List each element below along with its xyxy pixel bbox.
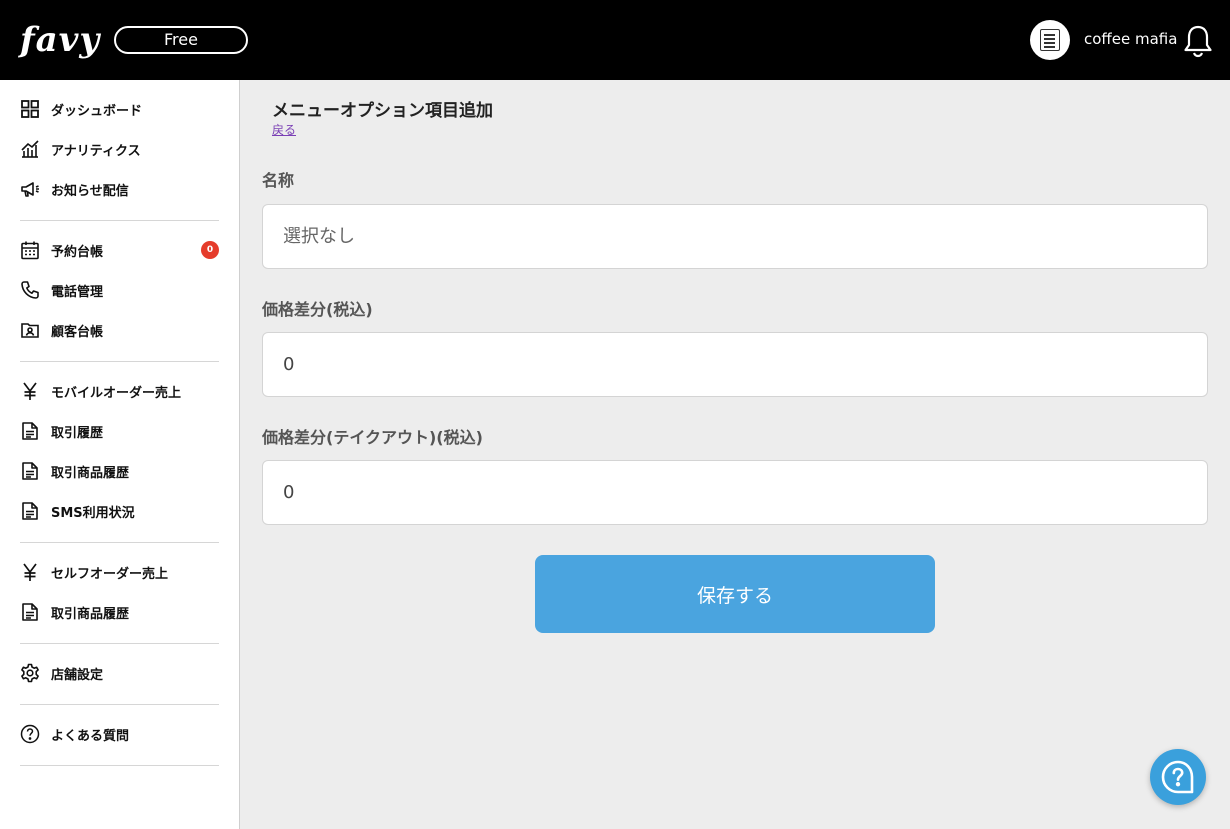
top-header: favy Free coffee mafia xyxy=(0,0,1230,80)
sidebar-item-label: 予約台帳 xyxy=(51,244,104,260)
document-icon xyxy=(20,421,40,441)
sidebar-divider xyxy=(20,361,219,362)
sidebar-divider xyxy=(20,542,219,543)
megaphone-icon xyxy=(20,179,40,199)
sidebar-divider xyxy=(20,704,219,705)
favy-logo[interactable]: favy xyxy=(20,18,100,62)
price-diff-takeout-label: 価格差分(テイクアウト)(税込) xyxy=(262,428,483,447)
sidebar-item-announcements[interactable]: お知らせ配信 xyxy=(20,173,220,205)
sidebar-item-self-order-product-history[interactable]: 取引商品履歴 xyxy=(20,596,220,628)
sidebar-item-dashboard[interactable]: ダッシュボード xyxy=(20,93,220,125)
sidebar-item-faq[interactable]: よくある質問 xyxy=(20,718,220,750)
sidebar-item-label: 顧客台帳 xyxy=(51,324,104,340)
save-button[interactable]: 保存する xyxy=(535,555,935,633)
name-label: 名称 xyxy=(262,171,295,190)
price-diff-label: 価格差分(税込) xyxy=(262,300,373,319)
sidebar-item-transaction-product-history[interactable]: 取引商品履歴 xyxy=(20,455,220,487)
document-icon xyxy=(20,461,40,481)
sidebar-item-self-order-sales[interactable]: セルフオーダー売上 xyxy=(20,556,220,588)
help-chat-icon[interactable] xyxy=(1150,749,1206,805)
calendar-icon xyxy=(20,240,40,260)
name-input[interactable] xyxy=(262,204,1208,269)
bell-icon[interactable] xyxy=(1182,24,1214,58)
sidebar-divider xyxy=(20,765,219,766)
yen-icon xyxy=(20,381,40,401)
reservation-count-badge: 0 xyxy=(201,241,219,259)
sidebar-item-label: セルフオーダー売上 xyxy=(51,566,169,582)
page-title: メニューオプション項目追加 xyxy=(272,101,493,121)
sidebar-item-label: 店舗設定 xyxy=(51,667,104,683)
document-icon xyxy=(20,501,40,521)
sidebar-divider xyxy=(20,643,219,644)
sidebar-item-label: アナリティクス xyxy=(51,143,141,159)
back-link[interactable]: 戻る xyxy=(272,122,296,138)
sidebar-item-sms-usage[interactable]: SMS利用状況 xyxy=(20,495,220,527)
sidebar-item-analytics[interactable]: アナリティクス xyxy=(20,133,220,165)
sidebar-item-label: 取引商品履歴 xyxy=(51,606,130,622)
dashboard-grid-icon xyxy=(20,99,40,119)
sidebar-item-label: ダッシュボード xyxy=(51,103,143,119)
price-diff-takeout-input[interactable] xyxy=(262,460,1208,525)
phone-icon xyxy=(20,280,40,300)
sidebar-divider xyxy=(20,220,219,221)
account-name[interactable]: coffee mafia xyxy=(1084,29,1177,49)
sidebar-item-label: SMS利用状況 xyxy=(51,505,135,521)
sidebar-item-mobile-order-sales[interactable]: モバイルオーダー売上 xyxy=(20,375,220,407)
sidebar-item-label: お知らせ配信 xyxy=(51,183,129,199)
question-circle-icon xyxy=(20,724,40,744)
price-diff-input[interactable] xyxy=(262,332,1208,397)
sidebar-item-phone[interactable]: 電話管理 xyxy=(20,274,220,306)
sidebar-item-store-settings[interactable]: 店舗設定 xyxy=(20,657,220,689)
analytics-chart-icon xyxy=(20,139,40,159)
sidebar-item-label: 取引履歴 xyxy=(51,425,104,441)
sidebar-item-reservations[interactable]: 予約台帳 0 xyxy=(20,234,220,266)
yen-icon xyxy=(20,562,40,582)
plan-badge[interactable]: Free xyxy=(114,26,248,54)
sidebar-item-customers[interactable]: 顧客台帳 xyxy=(20,314,220,346)
coffee-mafia-logo-icon[interactable] xyxy=(1030,20,1070,60)
sidebar: ダッシュボード アナリティクス お知らせ配信 予約台帳 0 電話管理 顧客台帳 xyxy=(0,80,240,829)
gear-icon xyxy=(20,663,40,683)
sidebar-item-label: モバイルオーダー売上 xyxy=(51,385,182,401)
sidebar-item-transaction-history[interactable]: 取引履歴 xyxy=(20,415,220,447)
sidebar-item-label: 取引商品履歴 xyxy=(51,465,130,481)
sidebar-item-label: よくある質問 xyxy=(51,728,130,744)
document-icon xyxy=(20,602,40,622)
sidebar-item-label: 電話管理 xyxy=(51,284,104,300)
contact-card-icon xyxy=(20,320,40,340)
